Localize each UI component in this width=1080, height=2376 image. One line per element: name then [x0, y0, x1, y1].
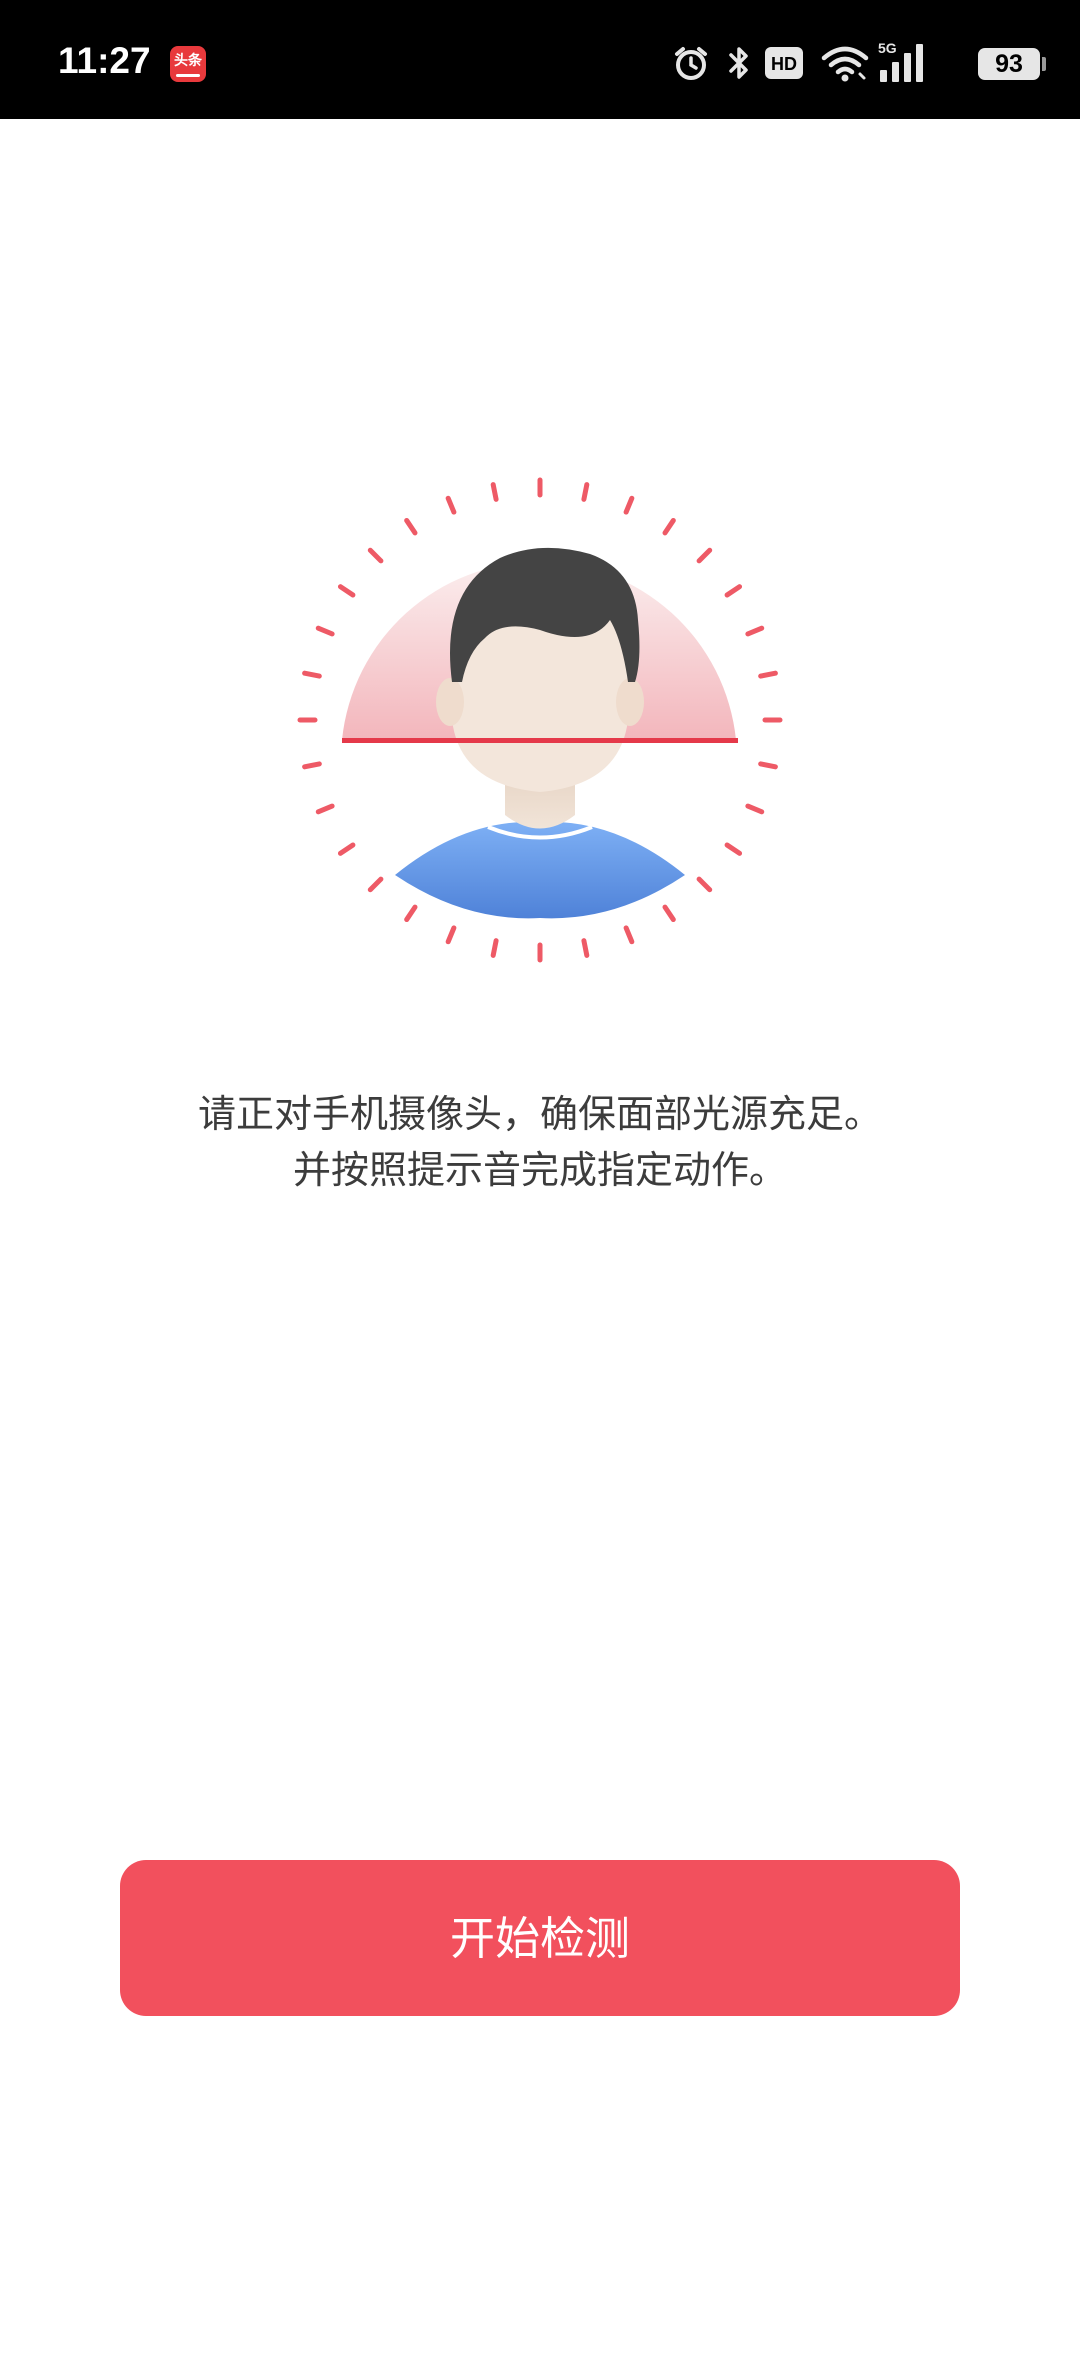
hd-label: HD	[771, 54, 797, 74]
face-scan-illustration	[297, 477, 783, 963]
network-label: 5G	[878, 40, 897, 56]
status-time: 11:27	[58, 40, 151, 81]
scan-ring-tick	[581, 482, 590, 502]
scan-ring-tick	[490, 938, 499, 958]
app-badge-label: 头条	[174, 53, 202, 69]
scan-ring-tick	[623, 495, 635, 515]
scan-line	[342, 738, 738, 743]
scan-ring-tick	[302, 761, 322, 770]
scan-ring-tick	[404, 904, 418, 923]
scan-ring-tick	[662, 904, 676, 923]
instruction-line-2: 并按照提示音完成指定动作。	[292, 1148, 787, 1192]
scan-ring-tick	[696, 547, 713, 564]
scan-ring-tick	[581, 938, 590, 958]
scan-ring-tick	[302, 670, 322, 679]
scan-ring-tick	[758, 670, 778, 679]
scan-ring-tick	[315, 803, 335, 815]
toutiao-app-icon: 头条	[170, 46, 206, 82]
bluetooth-icon	[729, 47, 748, 79]
scan-ring-tick	[367, 547, 384, 564]
instructions: 请正对手机摄像头，确保面部光源充足。 并按照提示音完成指定动作。	[0, 1086, 1080, 1198]
wifi-icon	[821, 46, 869, 82]
scan-ring-tick	[445, 495, 457, 515]
scan-ring-tick	[696, 876, 713, 893]
status-icons: HD 5G 93	[660, 0, 1080, 119]
scan-ring-tick	[337, 842, 356, 856]
scan-ring-tick	[623, 925, 635, 945]
scan-ring-tick	[745, 625, 765, 637]
instruction-line-1: 请正对手机摄像头，确保面部光源充足。	[197, 1092, 882, 1136]
scan-ring-tick	[490, 482, 499, 502]
alarm-icon	[675, 47, 707, 80]
scan-ring-tick	[404, 517, 418, 536]
scan-ring-tick	[315, 625, 335, 637]
scan-ring-tick	[662, 517, 676, 536]
scan-ring-tick	[445, 925, 457, 945]
scan-ring-tick	[367, 876, 384, 893]
hd-icon: HD	[765, 47, 803, 79]
scan-ring-tick	[724, 842, 743, 856]
start-detection-button[interactable]: 开始检测	[120, 1860, 960, 2016]
scan-ring-tick	[758, 761, 778, 770]
signal-icon: 5G	[878, 40, 923, 82]
status-bar: 11:27 头条 HD 5G 93	[0, 0, 1080, 119]
scan-ring-tick	[745, 803, 765, 815]
battery-icon: 93	[978, 48, 1040, 80]
scan-ring-tick	[337, 584, 356, 598]
scan-ring-tick	[724, 584, 743, 598]
battery-tip	[1042, 57, 1046, 71]
